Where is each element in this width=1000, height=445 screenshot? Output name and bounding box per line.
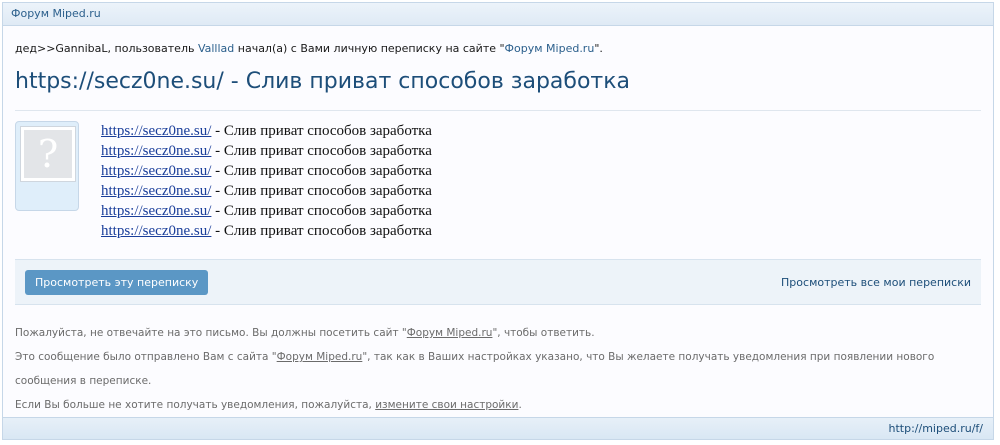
intro-text: дед>>GannibaL, пользователь Valllad нача… [15, 42, 981, 55]
view-all-conversations-link[interactable]: Просмотреть все мои переписки [781, 276, 971, 289]
user-link[interactable]: Valllad [198, 42, 234, 55]
email-container: Форум Miped.ru дед>>GannibaL, пользовате… [2, 2, 994, 440]
message-link[interactable]: https://secz0ne.su/ [101, 203, 211, 219]
message-line: https://secz0ne.su/ - Слив приват способ… [101, 141, 432, 161]
forum-title[interactable]: Форум Miped.ru [11, 7, 101, 20]
note-text: Это сообщение было отправлено Вам с сайт… [15, 351, 277, 363]
message-line-text: - Слив приват способов заработка [211, 143, 432, 159]
divider [15, 110, 981, 111]
note-text: . [518, 399, 522, 411]
message-line: https://secz0ne.su/ - Слив приват способ… [101, 221, 432, 241]
email-header: Форум Miped.ru [3, 3, 993, 26]
note-site-link[interactable]: Форум Miped.ru [277, 351, 363, 363]
message-line: https://secz0ne.su/ - Слив приват способ… [101, 121, 432, 141]
avatar[interactable]: ? [20, 126, 76, 182]
message-link[interactable]: https://secz0ne.su/ [101, 223, 211, 239]
question-mark-avatar-icon: ? [24, 130, 72, 178]
site-link[interactable]: Форум Miped.ru [505, 42, 595, 55]
footer-notes: Пожалуйста, не отвечайте на это письмо. … [15, 321, 981, 417]
message-line: https://secz0ne.su/ - Слив приват способ… [101, 201, 432, 221]
message-link[interactable]: https://secz0ne.su/ [101, 123, 211, 139]
message-line-text: - Слив приват способов заработка [211, 163, 432, 179]
intro-text-3: ". [594, 42, 603, 55]
message-line: https://secz0ne.su/ - Слив приват способ… [101, 181, 432, 201]
message-body: ? https://secz0ne.su/ - Слив приват спос… [15, 121, 981, 241]
note-text: Если Вы больше не хотите получать уведом… [15, 399, 376, 411]
message-link[interactable]: https://secz0ne.su/ [101, 143, 211, 159]
note-line-2: Это сообщение было отправлено Вам с сайт… [15, 345, 981, 393]
footer-bar: http://miped.ru/f/ [3, 417, 993, 439]
message-link[interactable]: https://secz0ne.su/ [101, 183, 211, 199]
message-lines: https://secz0ne.su/ - Слив приват способ… [101, 121, 432, 241]
message-link[interactable]: https://secz0ne.su/ [101, 163, 211, 179]
change-settings-link[interactable]: измените свои настройки [375, 399, 518, 411]
avatar-container: ? [15, 121, 79, 211]
conversation-title: https://secz0ne.su/ - Слив приват способ… [15, 69, 631, 94]
note-line-1: Пожалуйста, не отвечайте на это письмо. … [15, 321, 981, 345]
email-content: дед>>GannibaL, пользователь Valllad нача… [3, 42, 993, 417]
message-line-text: - Слив приват способов заработка [211, 203, 432, 219]
note-text: ", чтобы ответить. [492, 327, 595, 339]
view-conversation-button[interactable]: Просмотреть эту переписку [25, 269, 209, 295]
actions-bar: Просмотреть эту переписку Просмотреть вс… [15, 259, 981, 305]
footer-url-link[interactable]: http://miped.ru/f/ [889, 422, 983, 435]
sender-name: дед>>GannibaL [15, 42, 108, 55]
intro-text-2: начал(а) с Вами личную переписку на сайт… [234, 42, 505, 55]
message-line-text: - Слив приват способов заработка [211, 123, 432, 139]
intro-text-1: , пользователь [107, 42, 198, 55]
message-line: https://secz0ne.su/ - Слив приват способ… [101, 161, 432, 181]
message-line-text: - Слив приват способов заработка [211, 223, 432, 239]
message-line-text: - Слив приват способов заработка [211, 183, 432, 199]
note-text: Пожалуйста, не отвечайте на это письмо. … [15, 327, 407, 339]
note-site-link[interactable]: Форум Miped.ru [407, 327, 493, 339]
note-line-3: Если Вы больше не хотите получать уведом… [15, 393, 981, 417]
